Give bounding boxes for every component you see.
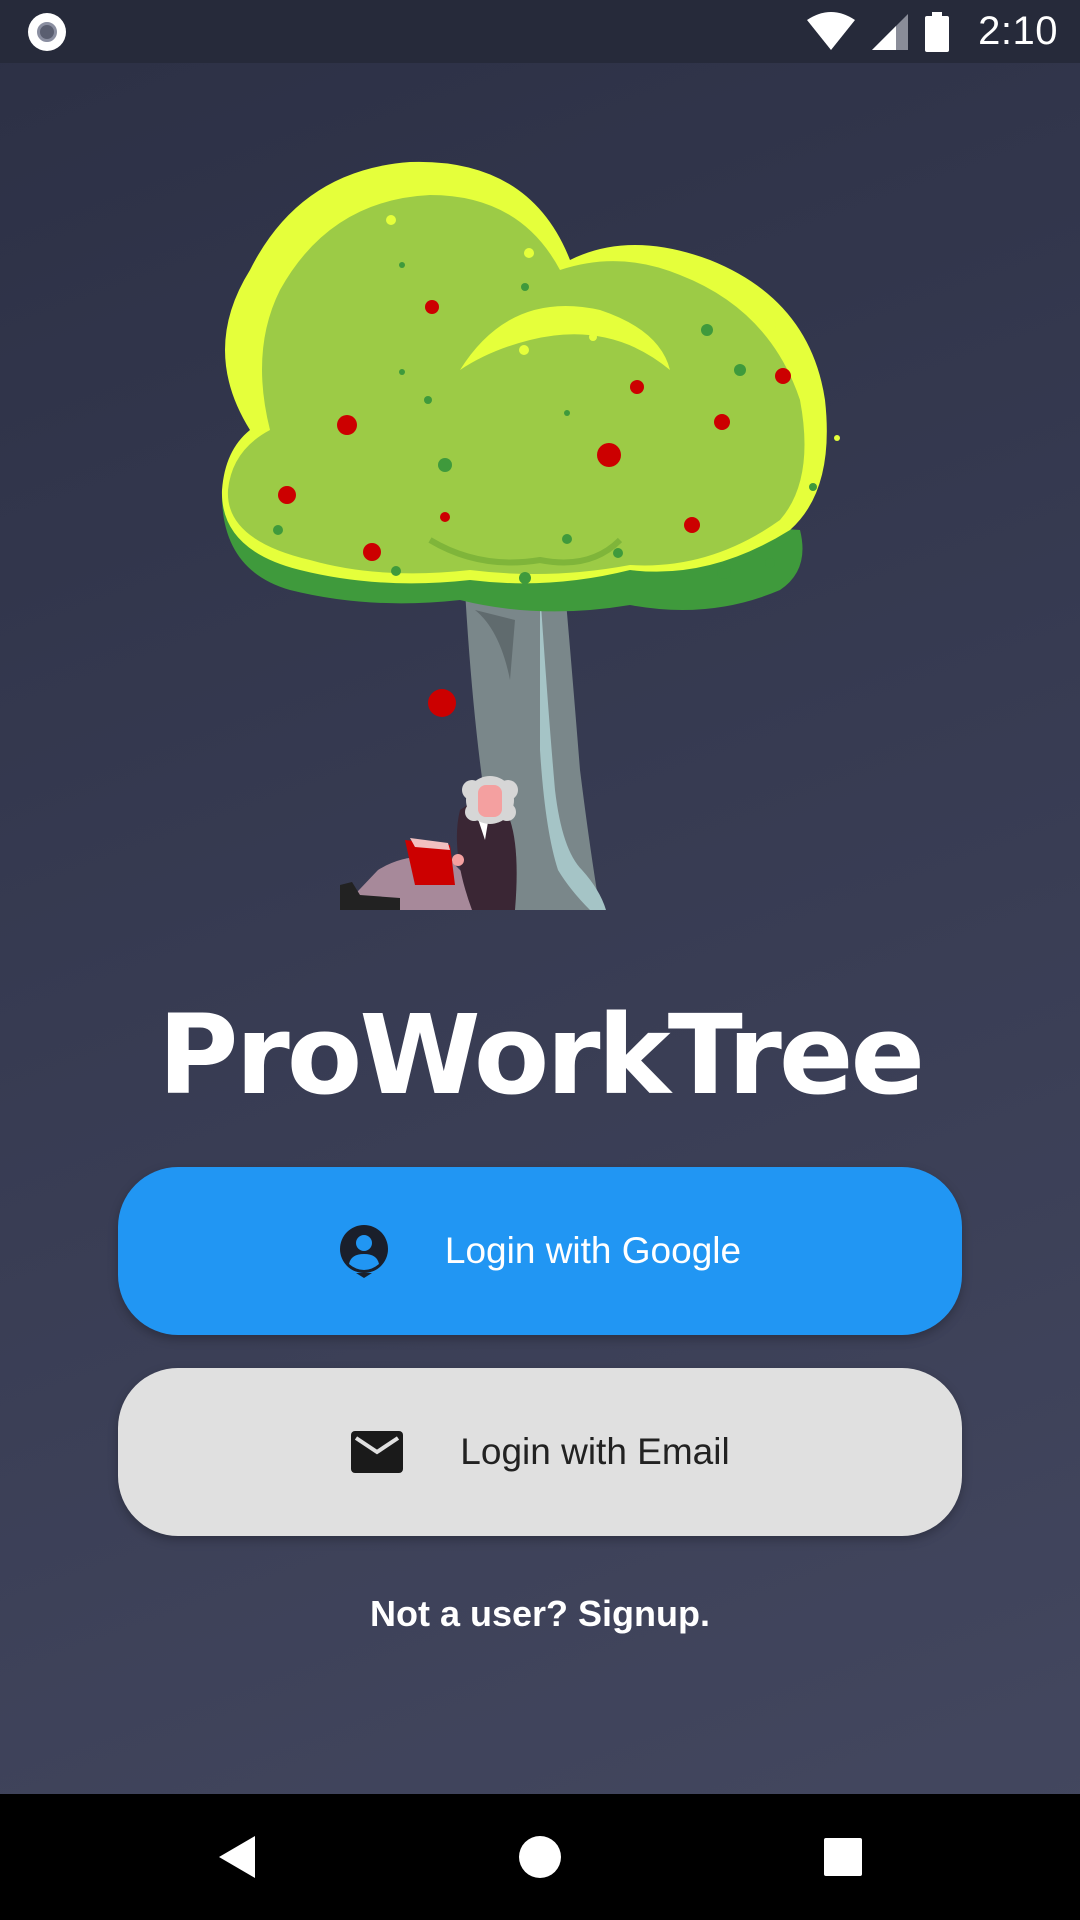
status-right: 2:10 xyxy=(806,9,1058,54)
login-google-label: Login with Google xyxy=(444,1230,742,1271)
wifi-icon xyxy=(807,11,856,50)
app-title: ProWorkTree xyxy=(157,991,925,1119)
mail-icon xyxy=(350,1430,404,1474)
login-screen: 2:10 ProWorkTree Login with Google Login… xyxy=(0,0,1080,1920)
signup-link[interactable]: Not a user? Signup. xyxy=(0,1593,1080,1635)
home-icon xyxy=(519,1836,561,1878)
cell-signal-icon xyxy=(872,13,909,50)
recents-button[interactable] xyxy=(780,1794,906,1920)
nav-bar xyxy=(0,1794,1080,1920)
login-google-button[interactable]: Login with Google xyxy=(118,1167,962,1335)
battery-icon xyxy=(925,11,950,52)
status-left xyxy=(28,12,66,51)
login-email-button[interactable]: Login with Email xyxy=(118,1368,962,1536)
recents-icon xyxy=(824,1838,862,1876)
status-bar: 2:10 xyxy=(0,0,1080,63)
back-icon xyxy=(219,1836,255,1878)
tree-reader-illustration xyxy=(221,161,840,910)
login-email-label: Login with Email xyxy=(460,1431,730,1472)
status-time: 2:10 xyxy=(978,9,1058,53)
back-button[interactable] xyxy=(174,1794,300,1920)
home-button[interactable] xyxy=(477,1794,603,1920)
account-icon xyxy=(339,1224,389,1278)
record-icon xyxy=(28,12,66,51)
